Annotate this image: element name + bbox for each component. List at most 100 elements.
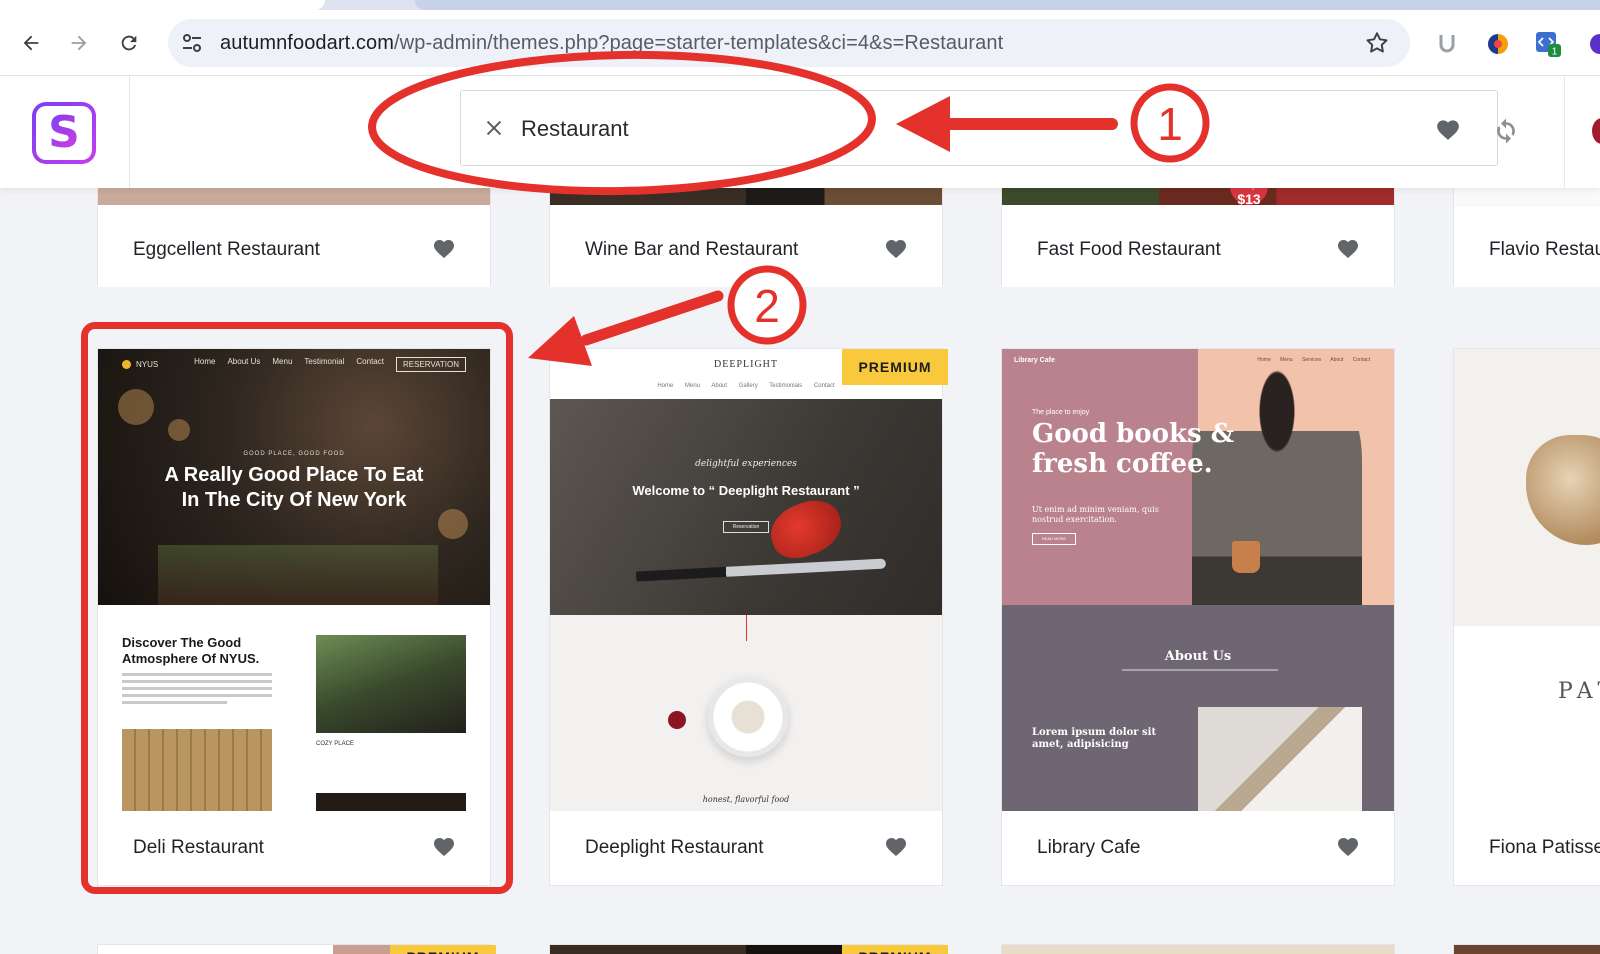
ext-code-icon[interactable]: 1 — [1534, 30, 1562, 58]
heart-icon[interactable] — [432, 237, 456, 259]
preview-nav: NYUS Home About Us Menu Testimonial Cont… — [122, 357, 466, 372]
template-card[interactable]: PREMIUM — [549, 944, 948, 954]
template-card-library-cafe[interactable]: Library Cafe Home Menu Services About Co… — [1001, 348, 1395, 886]
arrow-left-icon — [23, 35, 39, 51]
template-card[interactable]: Wine Bar and Restaurant — [549, 188, 943, 287]
sync-icon[interactable] — [1491, 116, 1521, 146]
template-card[interactable] — [1453, 944, 1600, 954]
ext-profile-icon[interactable] — [1586, 30, 1600, 58]
preview-welcome: Welcome to “ Deeplight Restaurant ” — [632, 483, 860, 498]
template-name[interactable]: Deli Restaurant — [133, 837, 264, 859]
table-scene — [158, 545, 438, 605]
preview-about-title: About Us — [1164, 649, 1232, 664]
premium-badge: PREMIUM — [390, 945, 496, 954]
template-preview[interactable] — [550, 188, 942, 205]
preview-title: PAT — [1558, 679, 1600, 704]
template-preview[interactable]: Library Cafe Home Menu Services About Co… — [1002, 349, 1394, 811]
template-name[interactable]: Wine Bar and Restaurant — [585, 239, 798, 261]
preview-lorem-line: Lorem ipsum dolor sit — [1032, 727, 1157, 738]
card-footer: Wine Bar and Restaurant — [550, 213, 942, 287]
bokeh-light — [118, 389, 154, 425]
background-tab[interactable] — [415, 0, 1600, 10]
template-preview[interactable]: only $13 — [1002, 188, 1394, 207]
template-preview[interactable] — [98, 188, 490, 205]
template-name[interactable]: Fast Food Restaurant — [1037, 239, 1221, 261]
close-icon[interactable] — [483, 117, 505, 139]
template-card-deli-restaurant[interactable]: NYUS Home About Us Menu Testimonial Cont… — [97, 348, 491, 886]
preview-read-more: READ MORE — [1032, 533, 1076, 545]
template-card-fiona-patisserie[interactable]: PAT Fiona Patisse — [1453, 348, 1600, 886]
back-button[interactable] — [16, 28, 46, 58]
bookmark-star-icon[interactable] — [1364, 30, 1390, 56]
preview-photo — [1198, 707, 1362, 811]
preview-script: delightful experiences — [695, 459, 797, 469]
heart-icon[interactable] — [884, 237, 908, 259]
search-input[interactable] — [521, 109, 1381, 149]
forward-button[interactable] — [64, 28, 94, 58]
code-extension-icon: 1 — [1536, 32, 1561, 58]
browser-toolbar: autumnfoodart.com/wp-admin/themes.php?pa… — [0, 10, 1600, 76]
starter-templates-logo[interactable]: S — [32, 102, 96, 164]
template-card[interactable]: only $13 Fast Food Restaurant — [1001, 188, 1395, 287]
template-preview[interactable] — [1454, 188, 1600, 207]
preview-button: Reservation — [723, 521, 769, 533]
preview-headline: A Really Good Place To Eat In The City O… — [98, 463, 490, 513]
ext-circle-icon[interactable] — [1484, 30, 1512, 58]
tab-strip — [0, 0, 1600, 10]
ext-u-icon[interactable] — [1433, 30, 1461, 58]
logo-inner: S — [36, 106, 92, 160]
preview-tagline: honest, flavorful food — [702, 795, 790, 804]
preview-lorem-line: amet, adipisicing — [1032, 739, 1129, 750]
template-preview[interactable]: PAT — [1454, 349, 1600, 811]
template-card[interactable]: PREMIUM — [97, 944, 496, 954]
bokeh-light — [438, 509, 468, 539]
reload-button[interactable] — [114, 28, 144, 58]
site-settings-icon[interactable] — [180, 31, 204, 55]
heart-icon[interactable] — [1336, 237, 1360, 259]
divider-line — [746, 615, 747, 641]
template-search[interactable] — [460, 90, 1498, 166]
preview-subtext: Ut enim ad minim veniam, quis nostrud ex… — [1032, 505, 1159, 524]
user-avatar[interactable] — [1592, 118, 1600, 144]
card-footer: Fast Food Restaurant — [1002, 213, 1394, 287]
address-bar[interactable]: autumnfoodart.com/wp-admin/themes.php?pa… — [168, 19, 1410, 67]
template-card[interactable] — [1001, 944, 1395, 954]
heart-icon[interactable] — [1435, 117, 1461, 141]
template-card[interactable]: Eggcellent Restaurant — [97, 188, 491, 287]
knife-illustration — [635, 558, 887, 582]
template-name[interactable]: Fiona Patisse — [1489, 837, 1600, 859]
price-badge-value: $13 — [1237, 191, 1261, 207]
header-divider — [129, 76, 130, 188]
header-divider-right — [1564, 76, 1565, 188]
preview-image-wall — [122, 729, 272, 811]
cherry-illustration — [668, 711, 686, 729]
card-footer: Deeplight Restaurant — [550, 811, 942, 885]
coffee-cup-illustration — [1232, 541, 1260, 573]
preview-caption: COZY PLACE — [316, 741, 354, 747]
preview-nav-item: Home — [194, 357, 216, 366]
template-preview[interactable]: DEEPLIGHT Home Menu About Gallery Testim… — [550, 349, 942, 811]
preview-nav-item: Testimonial — [304, 357, 345, 366]
heart-icon[interactable] — [1336, 835, 1360, 857]
active-tab[interactable] — [0, 0, 325, 10]
preview-headline-line: fresh coffee. — [1032, 449, 1213, 479]
heart-icon[interactable] — [884, 835, 908, 857]
arrow-right-icon — [71, 35, 87, 51]
template-name[interactable]: Library Cafe — [1037, 837, 1141, 859]
heart-icon[interactable] — [432, 835, 456, 857]
template-card[interactable]: Flavio Restau — [1453, 188, 1600, 287]
template-name[interactable]: Flavio Restau — [1489, 239, 1600, 261]
url-text[interactable]: autumnfoodart.com/wp-admin/themes.php?pa… — [220, 32, 1003, 55]
pepper-illustration — [763, 492, 849, 566]
preview-text-lines — [122, 673, 272, 708]
template-preview[interactable]: NYUS Home About Us Menu Testimonial Cont… — [98, 349, 490, 811]
preview-lorem: Lorem ipsum dolor sit amet, adipisicing — [1032, 727, 1182, 751]
preview-hero: delightful experiences Welcome to “ Deep… — [550, 399, 942, 615]
template-card-deeplight-restaurant[interactable]: PREMIUM DEEPLIGHT Home Menu About Galler… — [549, 348, 948, 886]
preview-headline: Good books & fresh coffee. — [1032, 419, 1252, 479]
preview-brand: NYUS — [136, 360, 159, 369]
extension-badge: 1 — [1552, 47, 1558, 58]
template-name[interactable]: Deeplight Restaurant — [585, 837, 764, 859]
template-name[interactable]: Eggcellent Restaurant — [133, 239, 320, 261]
url-host: autumnfoodart.com — [220, 32, 395, 54]
